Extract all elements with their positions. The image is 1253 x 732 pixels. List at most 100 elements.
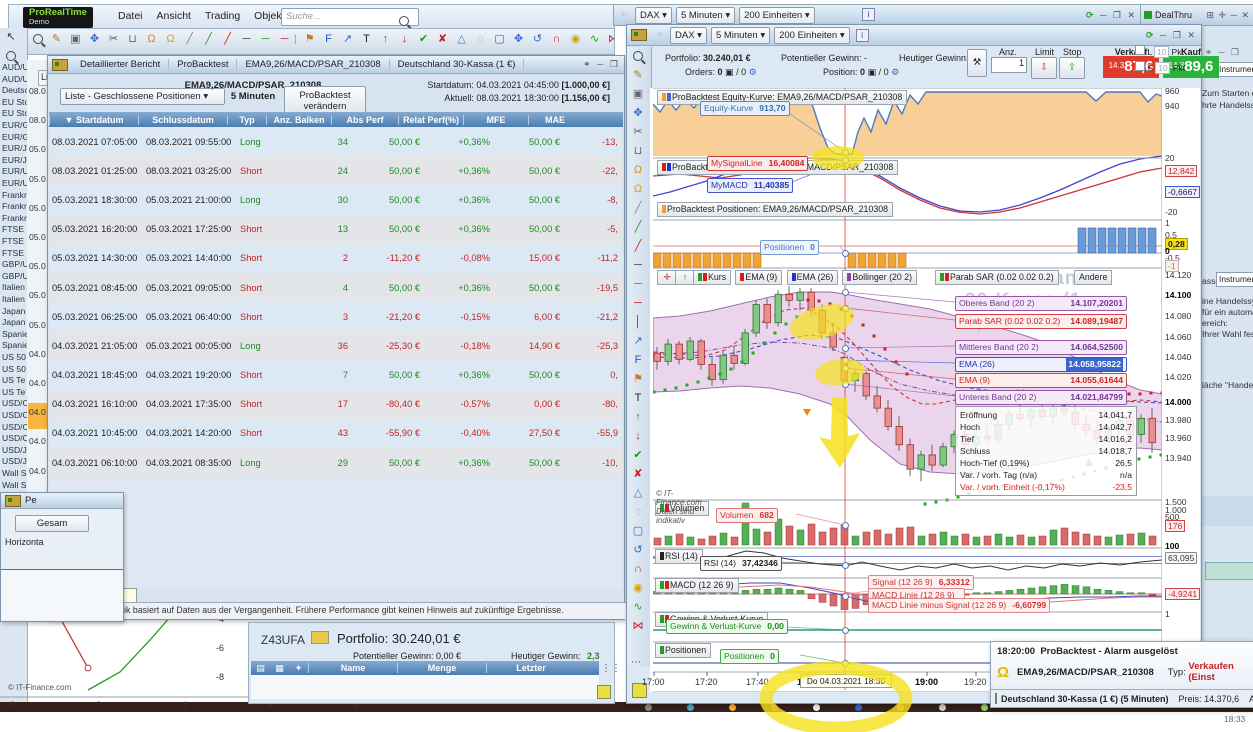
column-header[interactable]: ▼ Startdatum bbox=[49, 114, 138, 125]
search-icon[interactable] bbox=[399, 16, 409, 27]
search-input[interactable]: Suche... bbox=[281, 8, 419, 26]
zigzag-icon[interactable]: ∿ bbox=[627, 598, 649, 617]
sidebar-instrument[interactable]: USD/C bbox=[2, 422, 27, 432]
indicator-chip[interactable]: Bollinger (20 2) bbox=[842, 270, 918, 285]
sidebar-instrument[interactable]: US 50 bbox=[2, 352, 27, 362]
sidebar-instrument[interactable]: US Te bbox=[2, 375, 27, 385]
sidebar-instrument[interactable]: EU Sto bbox=[2, 97, 27, 107]
sidebar-instrument[interactable]: Frankr bbox=[2, 201, 27, 211]
cut-icon[interactable]: ✂ bbox=[627, 123, 649, 142]
arrow-up-icon[interactable]: ↑ bbox=[376, 29, 395, 49]
sidebar-instrument[interactable]: Japan bbox=[2, 317, 27, 327]
s-checkbox[interactable] bbox=[1135, 61, 1145, 71]
sidebar-instrument[interactable]: GBP/U bbox=[2, 271, 27, 281]
units-dropdown[interactable]: 200 Einheiten ▾ bbox=[739, 6, 815, 24]
text-tool-icon[interactable]: T bbox=[357, 29, 376, 49]
column-header[interactable]: Abs Perf bbox=[331, 114, 398, 125]
taskbar-app-icon[interactable] bbox=[981, 704, 988, 711]
table-header[interactable]: ▼ Startdatum Schlussdatum Typ Anz. Balken Ab… bbox=[49, 112, 623, 127]
panel-legend[interactable]: MACD (12 26 9) bbox=[655, 578, 739, 593]
check-icon[interactable]: ✔ bbox=[414, 29, 433, 49]
more-options-dots[interactable]: ⋮⋮ bbox=[601, 663, 621, 674]
info-icon[interactable]: i bbox=[855, 28, 869, 42]
sidebar-instrument[interactable]: FTSE 1 bbox=[2, 224, 27, 234]
legend-add-button[interactable]: ✛ bbox=[657, 270, 677, 285]
alarm-edit-icon[interactable]: Ω bbox=[142, 29, 161, 49]
pattern-icon[interactable]: ⋈ bbox=[604, 29, 614, 49]
indicator-chip[interactable]: Andere bbox=[1074, 270, 1113, 285]
fibonacci-icon[interactable]: F bbox=[627, 351, 649, 370]
sidebar-instrument[interactable]: EUR/JF bbox=[2, 155, 27, 165]
order-settings-button[interactable]: ⚒ bbox=[967, 49, 987, 77]
copy-icon[interactable]: ▣ bbox=[66, 29, 85, 49]
column-header[interactable]: Typ bbox=[227, 114, 266, 125]
units-dropdown[interactable]: 200 Einheiten ▾ bbox=[774, 26, 850, 44]
chart-titlebar[interactable]: ⁘ DAX ▾ 5 Minuten ▾ 200 Einheiten ▾ i ⟳ … bbox=[627, 25, 1201, 46]
vline-icon[interactable]: │ bbox=[627, 313, 649, 332]
timeframe-dropdown[interactable]: 5 Minuten ▾ bbox=[675, 6, 736, 24]
symbol-dropdown[interactable]: DAX ▾ bbox=[635, 6, 672, 24]
report-tab-0[interactable]: Detaillierter Bericht bbox=[72, 59, 170, 70]
indicator-chip[interactable]: Kurs bbox=[693, 270, 732, 285]
l-checkbox[interactable] bbox=[1135, 45, 1145, 55]
select-arrow-icon[interactable]: ↖ bbox=[0, 28, 22, 47]
sidebar-instrument[interactable]: Wall S bbox=[2, 480, 27, 490]
column-header[interactable]: Anz. Balken bbox=[266, 114, 331, 125]
sidebar-instrument[interactable]: EUR/U bbox=[2, 178, 27, 188]
limit-order-button[interactable]: ⇩ bbox=[1031, 57, 1057, 79]
arrow-down-icon[interactable]: ↓ bbox=[395, 29, 414, 49]
report-tab-2[interactable]: EMA9,26/MACD/PSAR_210308 bbox=[237, 59, 390, 70]
stop-order-button[interactable]: ⇧ bbox=[1059, 57, 1085, 79]
sidebar-instrument[interactable]: Italien bbox=[2, 294, 27, 304]
column-header[interactable]: Menge bbox=[397, 663, 486, 673]
column-header[interactable]: MAE bbox=[528, 114, 581, 125]
move-icon[interactable]: ✥ bbox=[627, 104, 649, 123]
taskbar-app-icon[interactable] bbox=[813, 704, 820, 711]
trash-icon[interactable]: ⊔ bbox=[627, 142, 649, 161]
fibonacci-icon[interactable]: F bbox=[319, 29, 338, 49]
sidebar-instrument[interactable]: USD/C bbox=[2, 398, 27, 408]
zoom-icon[interactable] bbox=[627, 47, 649, 66]
table-row[interactable]: 04.03.2021 10:45:00 04.03.2021 14:20:00 Sh… bbox=[49, 418, 623, 449]
sidebar-instrument[interactable]: US 50 bbox=[2, 364, 27, 374]
table-row[interactable]: 08.03.2021 07:05:00 08.03.2021 09:55:00 Lo… bbox=[49, 127, 623, 157]
instrument-dropdown-fragment[interactable]: Instrument bbox=[1216, 62, 1253, 77]
trend-arrow-icon[interactable]: ↗ bbox=[627, 332, 649, 351]
magnet-icon[interactable]: ∩ bbox=[627, 560, 649, 579]
report-titlebar[interactable]: Detaillierter Bericht ProBacktest EMA9,26/… bbox=[48, 56, 624, 74]
rotate-icon[interactable]: ↺ bbox=[627, 541, 649, 560]
menu-trading[interactable]: Trading bbox=[198, 6, 247, 26]
rectangle-icon[interactable]: ▢ bbox=[627, 522, 649, 541]
envelope-icon[interactable] bbox=[995, 693, 997, 704]
table-row[interactable]: 05.03.2021 16:20:00 05.03.2021 17:25:00 Sh… bbox=[49, 214, 623, 244]
info-icon[interactable]: i bbox=[862, 8, 875, 21]
sidebar-instrument[interactable]: AUD/U bbox=[2, 74, 27, 84]
table-row[interactable]: 04.03.2021 18:45:00 04.03.2021 19:20:00 Sh… bbox=[49, 360, 623, 390]
line-green-icon[interactable]: ╱ bbox=[199, 29, 218, 49]
triangle-icon[interactable]: △ bbox=[452, 29, 471, 49]
move-icon[interactable]: ✥ bbox=[85, 29, 104, 49]
sidebar-instrument[interactable]: Italien bbox=[2, 282, 27, 292]
column-header[interactable]: Schlussdatum bbox=[138, 114, 227, 125]
hline-icon[interactable]: ─ bbox=[237, 29, 256, 49]
report-tab-3[interactable]: Deutschland 30-Kassa (1 €) bbox=[389, 59, 525, 70]
pencil-icon[interactable]: ✎ bbox=[47, 29, 66, 49]
table-row[interactable]: 05.03.2021 14:30:00 05.03.2021 14:40:00 Sh… bbox=[49, 243, 623, 273]
sidebar-instrument[interactable]: EUR/U bbox=[2, 166, 27, 176]
menu-ansicht[interactable]: Ansicht bbox=[150, 6, 198, 26]
sidebar-instrument[interactable]: USD/C bbox=[2, 410, 27, 420]
table-row[interactable]: 05.03.2021 08:45:00 05.03.2021 09:05:00 Sh… bbox=[49, 272, 623, 303]
instrument-dropdown-fragment2[interactable]: Instrument bbox=[1216, 272, 1253, 287]
sidebar-instrument[interactable]: GBP/U bbox=[2, 259, 27, 269]
timeframe-dropdown[interactable]: 5 Minuten ▾ bbox=[710, 26, 771, 44]
cross-icon[interactable]: ✘ bbox=[433, 29, 452, 49]
indicator-chip[interactable]: EMA (26) bbox=[786, 270, 839, 285]
sidebar-instrument[interactable]: USD/JI bbox=[2, 456, 27, 466]
sidebar-instrument[interactable]: EUR/JF bbox=[2, 143, 27, 153]
legend-up-button[interactable]: ↑ bbox=[675, 270, 695, 285]
sidebar-instrument[interactable]: USD/JI bbox=[2, 445, 27, 455]
quantity-input[interactable]: 1 bbox=[991, 57, 1027, 73]
indicator-chip[interactable]: Parab SAR (0.02 0.02 0.2) bbox=[935, 270, 1059, 285]
trash-icon[interactable]: ⊔ bbox=[123, 29, 142, 49]
gesamt-button[interactable]: Gesam bbox=[15, 515, 89, 532]
